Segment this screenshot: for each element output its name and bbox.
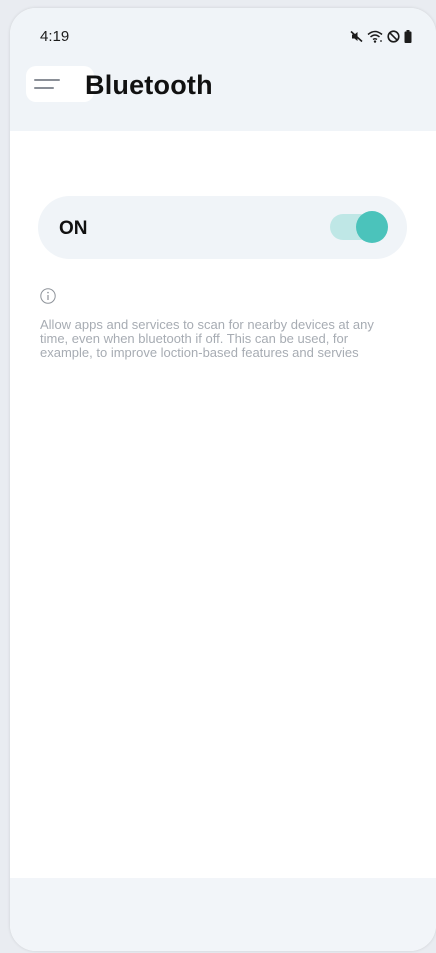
menu-icon-line <box>34 79 60 81</box>
bottom-navigation-bar <box>10 878 436 951</box>
status-icons <box>350 28 412 44</box>
status-bar: 4:19 <box>10 8 436 48</box>
menu-icon-line <box>34 87 54 89</box>
do-not-disturb-icon <box>387 29 400 43</box>
battery-icon <box>404 29 412 43</box>
page-title: Bluetooth <box>85 70 213 100</box>
phone-screen: 4:19 Bluetooth ON Allow apps and service… <box>10 8 436 951</box>
bluetooth-scan-info-text: Allow apps and services to scan for near… <box>40 317 374 360</box>
switch-knob[interactable] <box>356 211 388 243</box>
bluetooth-toggle-row[interactable]: ON <box>38 196 407 259</box>
info-icon <box>40 288 56 304</box>
wifi-icon <box>367 30 383 43</box>
status-time: 4:19 <box>40 28 70 45</box>
mute-icon <box>350 30 363 43</box>
app-header: 4:19 Bluetooth <box>10 8 436 131</box>
bluetooth-toggle-label: ON <box>59 218 88 239</box>
menu-button[interactable] <box>26 66 94 102</box>
bluetooth-switch[interactable] <box>330 211 388 243</box>
